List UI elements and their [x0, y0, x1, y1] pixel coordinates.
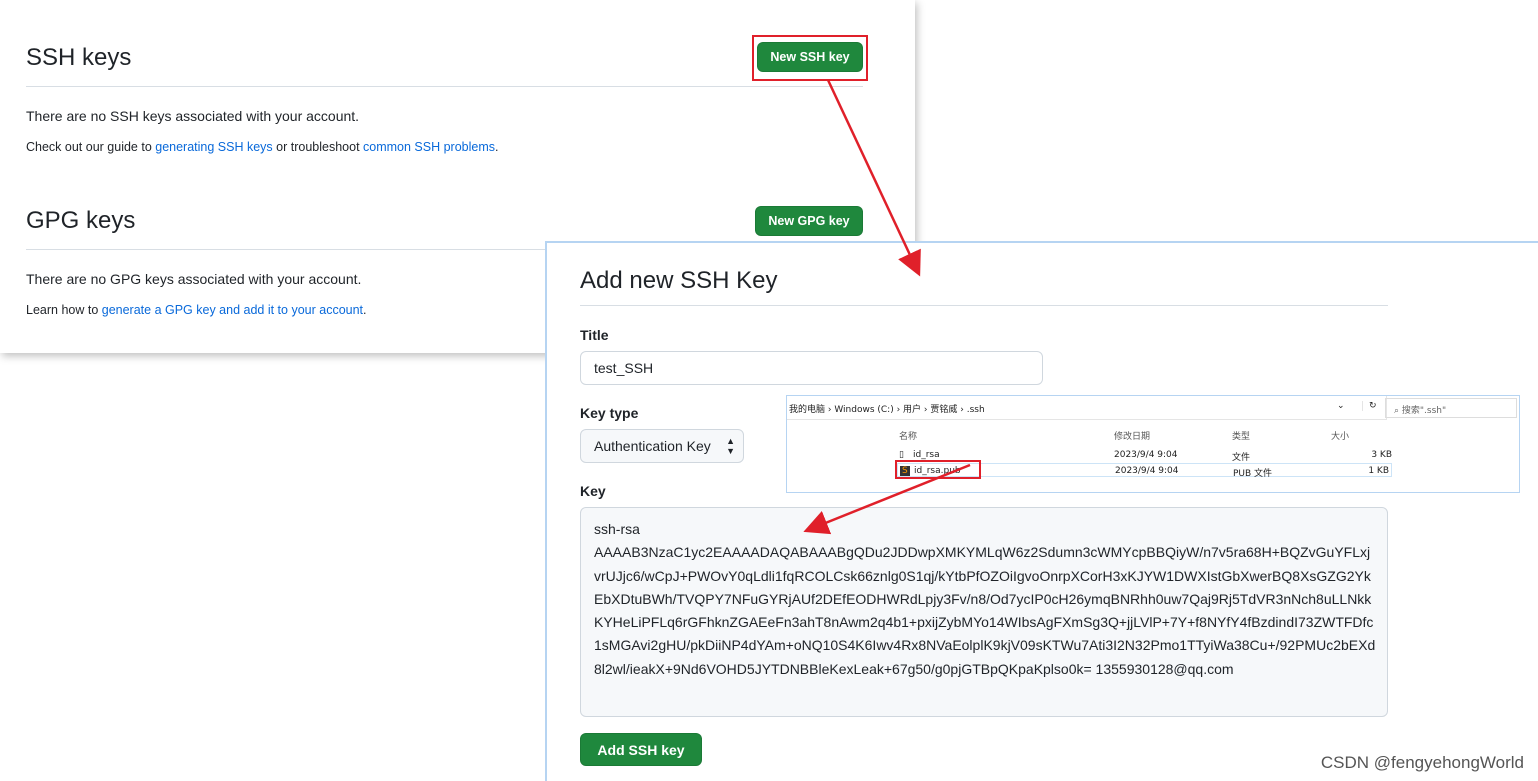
annotation-arrows [803, 79, 971, 535]
watermark: CSDN @fengyehongWorld [1320, 753, 1524, 772]
arrow [826, 79, 921, 277]
arrow [803, 463, 971, 535]
